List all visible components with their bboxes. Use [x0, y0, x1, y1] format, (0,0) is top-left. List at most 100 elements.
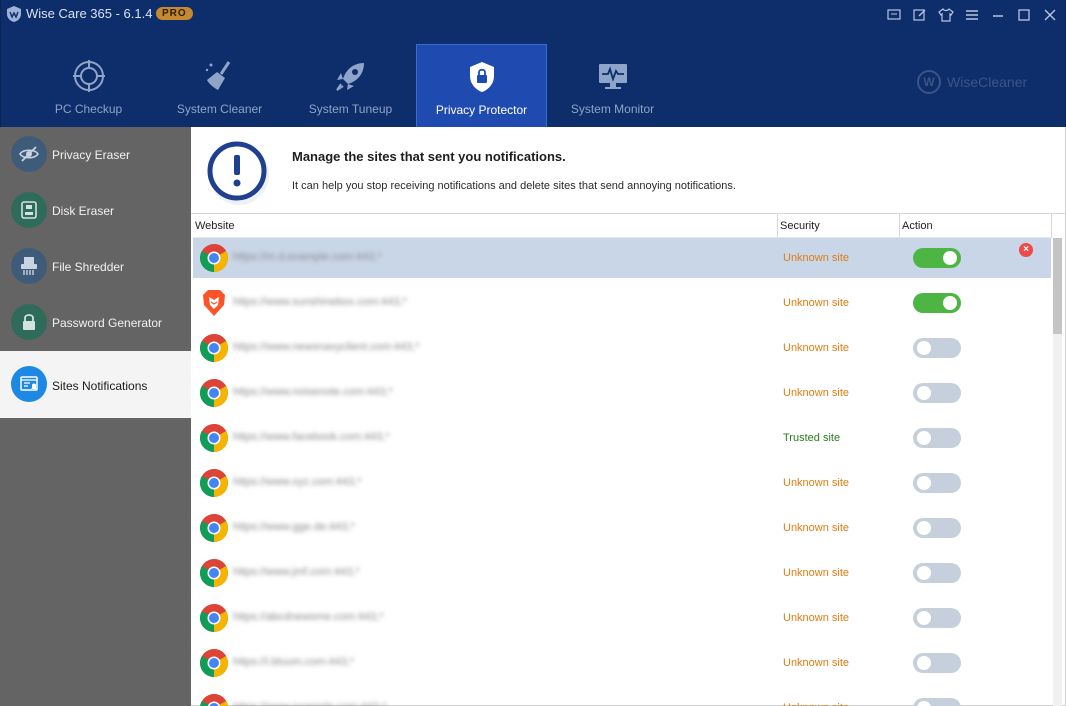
sidebar-item-label: Privacy Eraser [52, 148, 131, 162]
toggle-knob [917, 521, 931, 535]
tab-system-tuneup[interactable]: System Tuneup [285, 44, 416, 127]
sidebar-item-label: File Shredder [52, 260, 125, 274]
site-url: https://www.gge.de:443,* [233, 521, 355, 533]
security-status: Unknown site [783, 387, 850, 399]
notification-toggle[interactable] [913, 653, 961, 673]
table-row[interactable]: https://www.facebook.com:443,* Trusted si… [193, 418, 1051, 463]
brand-name: WiseCleaner [947, 74, 1028, 90]
security-status: Unknown site [783, 522, 850, 534]
title-bar: Wise Care 365 - 6.1.4 PRO [1, 0, 1065, 30]
sidebar-item-sites-notifications[interactable]: Sites Notifications [0, 351, 191, 418]
toggle-knob [917, 476, 931, 490]
site-url: https://abcdnewsme.com:443,* [233, 611, 384, 623]
eye-slash-icon [11, 136, 47, 172]
lock-icon [11, 304, 47, 340]
column-header-website[interactable]: Website [195, 214, 778, 238]
tab-privacy-protector[interactable]: Privacy Protector [416, 44, 547, 127]
page-description: It can help you stop receiving notificat… [292, 180, 736, 192]
security-status: Trusted site [783, 432, 841, 444]
exclamation-icon [207, 141, 269, 205]
toggle-knob [917, 566, 931, 580]
tab-pc-checkup[interactable]: PC Checkup [23, 44, 154, 127]
chrome-icon [199, 468, 229, 498]
chrome-icon [199, 648, 229, 678]
site-url: https://www.facebook.com:443,* [233, 431, 390, 443]
sidebar-item-disk-eraser[interactable]: Disk Eraser [0, 183, 191, 239]
column-header-action[interactable]: Action [902, 214, 1052, 238]
sidebar: Privacy Eraser Disk Eraser File Shredder… [0, 127, 191, 706]
tab-label: System Tuneup [308, 102, 393, 116]
notification-toggle[interactable] [913, 698, 961, 706]
scrollbar-thumb[interactable] [1053, 238, 1062, 334]
monitor-icon [598, 64, 627, 89]
table-row[interactable]: https://abcdnewsme.com:443,* Unknown site [193, 598, 1051, 643]
table-row[interactable]: https://www.gge.de:443,* Unknown site [193, 508, 1051, 553]
sidebar-item-password-generator[interactable]: Password Generator [0, 295, 191, 351]
security-status: Unknown site [783, 612, 850, 624]
table-row[interactable]: https://www.example.com:443,* Unknown sit… [193, 688, 1051, 706]
tab-system-monitor[interactable]: System Monitor [547, 44, 678, 127]
feedback-icon[interactable] [885, 6, 903, 24]
top-bar: Wise Care 365 - 6.1.4 PRO PC Checkup Sys… [0, 0, 1066, 127]
edit-icon[interactable] [911, 6, 929, 24]
toggle-knob [917, 656, 931, 670]
security-status: Unknown site [783, 297, 850, 309]
chrome-icon [199, 693, 229, 706]
delete-site-button[interactable]: × [1019, 243, 1033, 257]
security-status: Unknown site [783, 657, 850, 669]
notification-toggle[interactable] [913, 518, 961, 538]
toggle-knob [943, 296, 957, 310]
site-url: https://i.bluum.com:443,* [233, 656, 355, 668]
sidebar-item-privacy-eraser[interactable]: Privacy Eraser [0, 127, 191, 183]
toggle-knob [917, 701, 931, 706]
notification-toggle[interactable] [913, 293, 961, 313]
brave-icon [199, 288, 229, 318]
chrome-icon [199, 378, 229, 408]
app-logo-icon [7, 6, 21, 22]
table-row[interactable]: https://m.d.example.com:443,* Unknown sit… [193, 238, 1051, 278]
site-url: https://www.newsnavyclient.com:443,* [233, 341, 420, 353]
chrome-icon [199, 423, 229, 453]
notification-toggle[interactable] [913, 338, 961, 358]
shield-lock-icon [469, 62, 494, 92]
shredder-icon [11, 248, 47, 284]
notification-icon [11, 366, 47, 402]
tab-label: Privacy Protector [435, 103, 528, 117]
menu-icon[interactable] [963, 6, 981, 24]
maximize-icon[interactable] [1015, 6, 1033, 24]
target-icon [72, 60, 105, 92]
page-title: Manage the sites that sent you notificat… [292, 149, 566, 164]
table-row[interactable]: https://www.xyz.com:443,* Unknown site [193, 463, 1051, 508]
content-panel: Manage the sites that sent you notificat… [191, 127, 1066, 706]
notification-toggle[interactable] [913, 563, 961, 583]
notification-toggle[interactable] [913, 473, 961, 493]
notification-toggle[interactable] [913, 428, 961, 448]
notification-toggle[interactable] [913, 608, 961, 628]
chrome-icon [199, 558, 229, 588]
table-row[interactable]: https://i.bluum.com:443,* Unknown site [193, 643, 1051, 688]
toggle-knob [917, 431, 931, 445]
security-status: Unknown site [783, 702, 849, 706]
column-header-security[interactable]: Security [780, 214, 900, 238]
table-row[interactable]: https://www.jmf.com:443,* Unknown site [193, 553, 1051, 598]
table-row[interactable]: https://www.newsnavyclient.com:443,* Unkn… [193, 328, 1051, 373]
table-row[interactable]: https://www.sunshinebox.com:443,* Unknown… [193, 283, 1051, 328]
notification-toggle[interactable] [913, 383, 961, 403]
tab-label: PC Checkup [54, 102, 123, 116]
toggle-knob [917, 386, 931, 400]
sites-list: https://m.d.example.com:443,* Unknown sit… [193, 238, 1051, 706]
shirt-icon[interactable] [937, 6, 955, 24]
tab-system-cleaner[interactable]: System Cleaner [154, 44, 285, 127]
broom-icon [205, 61, 230, 90]
close-icon[interactable] [1041, 6, 1059, 24]
site-url: https://m.d.example.com:443,* [233, 251, 382, 263]
table-row[interactable]: https://www.noisenote.com:443,* Unknown s… [193, 373, 1051, 418]
chrome-icon [199, 333, 229, 363]
sidebar-item-label: Password Generator [52, 316, 163, 330]
notification-toggle[interactable] [913, 248, 961, 268]
pro-badge: PRO [156, 7, 193, 20]
wisecleaner-logo: W WiseCleaner [917, 70, 1027, 94]
site-url: https://www.sunshinebox.com:443,* [233, 296, 407, 308]
sidebar-item-file-shredder[interactable]: File Shredder [0, 239, 191, 295]
minimize-icon[interactable] [989, 6, 1007, 24]
